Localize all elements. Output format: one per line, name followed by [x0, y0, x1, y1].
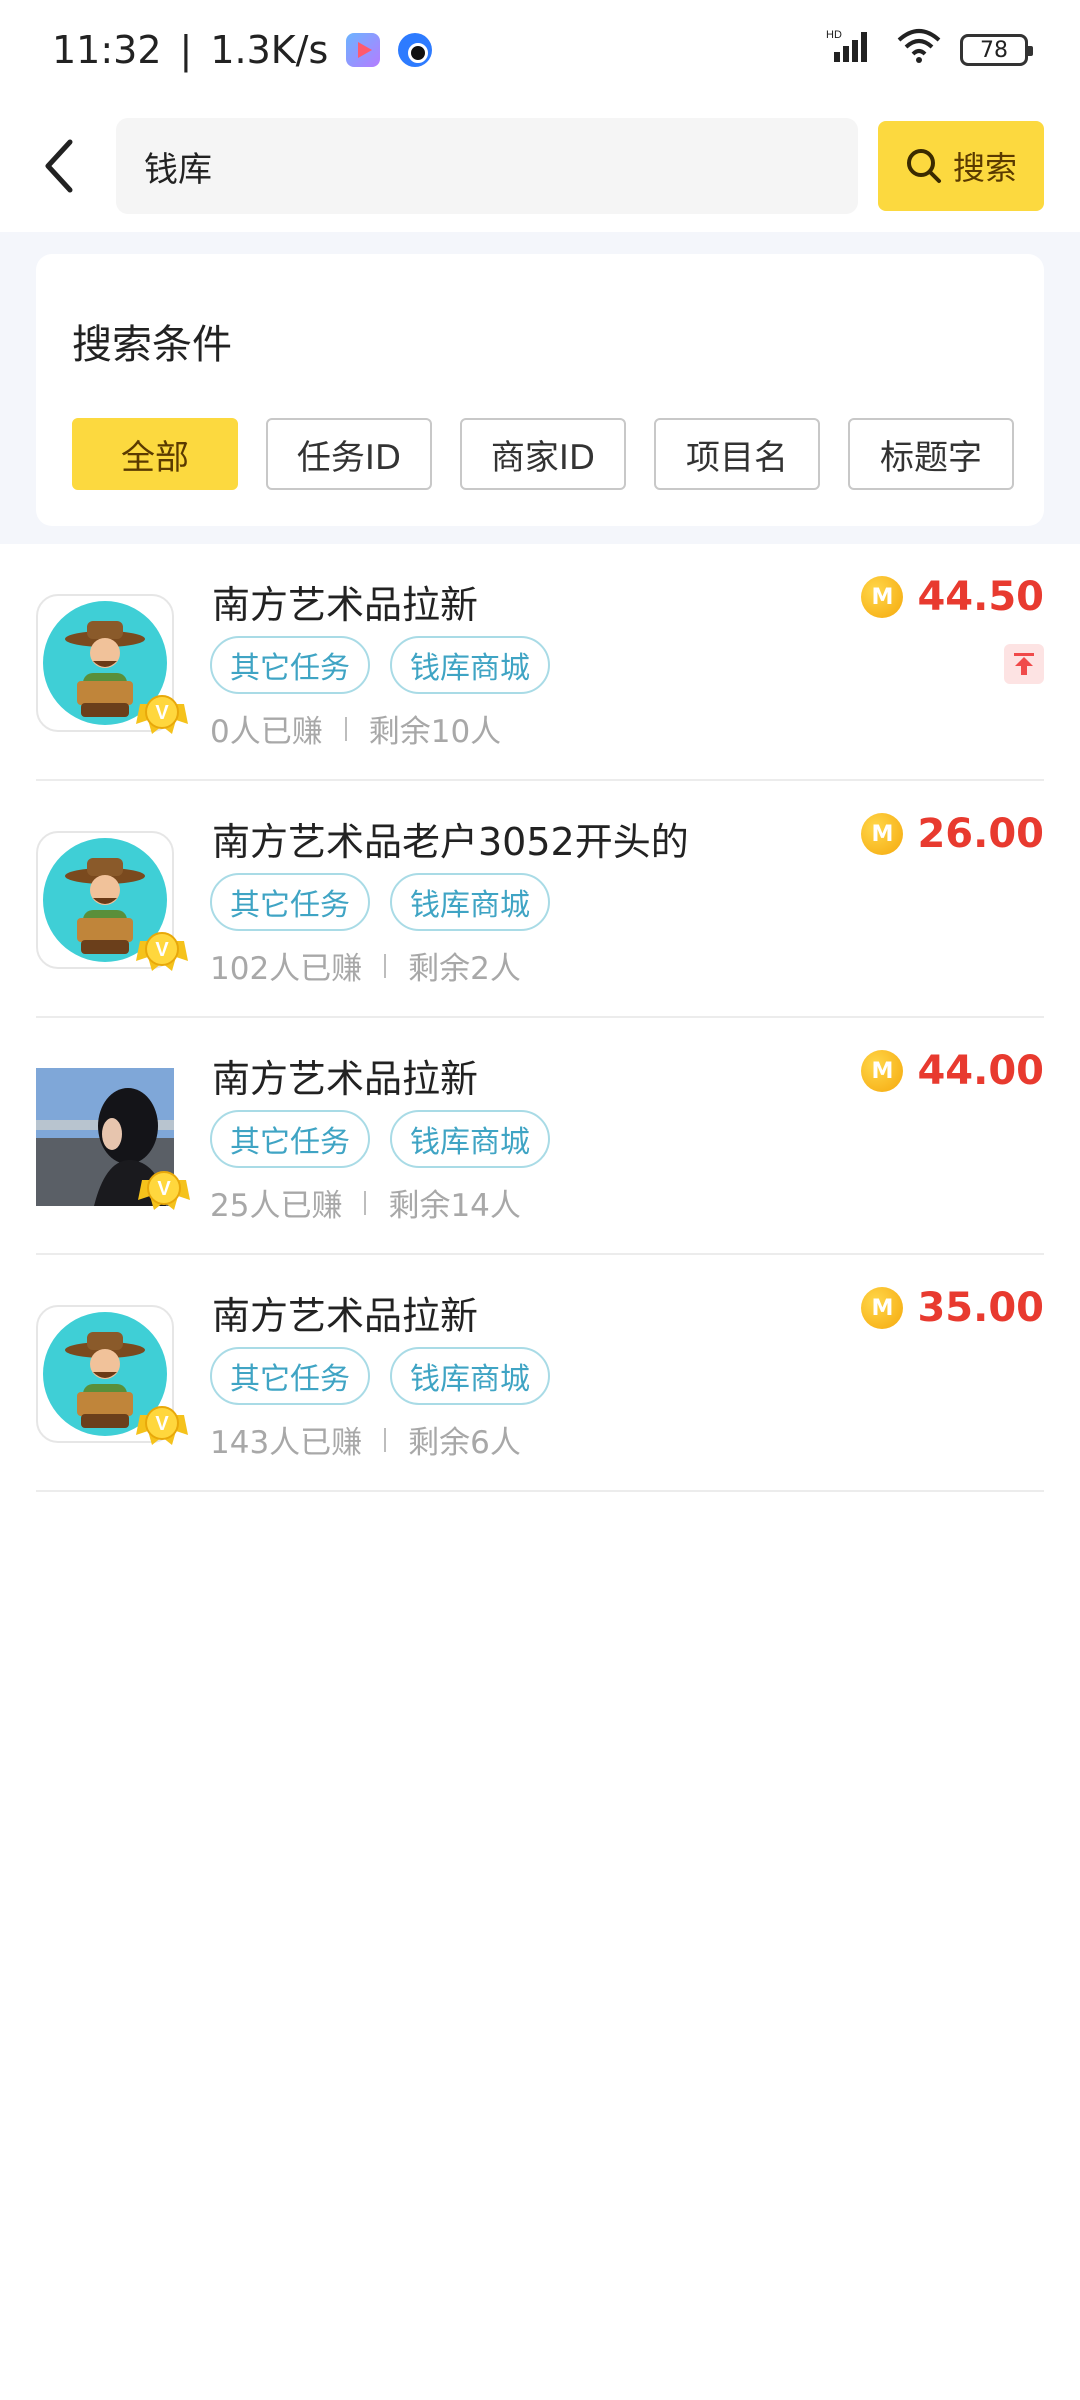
- task-price: M 26.00: [861, 811, 1044, 857]
- meta-divider: [364, 1190, 367, 1215]
- vip-badge-icon: V: [138, 1171, 190, 1210]
- svg-text:V: V: [155, 1413, 169, 1435]
- status-time: 11:32: [52, 28, 162, 72]
- task-earned: 143人已赚: [210, 1425, 363, 1461]
- task-remaining: 剩余14人: [388, 1188, 521, 1224]
- task-tag: 其它任务: [210, 1347, 370, 1405]
- hd-label: HD: [826, 29, 842, 41]
- meta-divider: [384, 1427, 387, 1452]
- arrow-up-top-icon: [1014, 653, 1034, 675]
- vip-badge-icon: V: [136, 695, 188, 734]
- status-divider: |: [179, 28, 193, 72]
- task-earned: 0人已赚: [210, 714, 323, 750]
- task-title: 南方艺术品拉新: [212, 1294, 479, 1338]
- task-meta: 25人已赚 剩余14人: [210, 1180, 521, 1225]
- svg-text:V: V: [155, 702, 169, 724]
- task-earned: 25人已赚: [210, 1188, 343, 1224]
- wifi-icon: [896, 28, 942, 73]
- coin-icon: M: [861, 576, 904, 618]
- filter-chip-title-text[interactable]: 标题字: [848, 418, 1014, 490]
- search-input[interactable]: [144, 146, 830, 186]
- svg-text:V: V: [155, 939, 169, 961]
- task-item[interactable]: V 南方艺术品拉新 其它任务 钱库商城 143人已赚 剩余6人 M 35.00: [36, 1255, 1044, 1492]
- task-tag: 其它任务: [210, 636, 370, 694]
- task-price: M 35.00: [861, 1285, 1044, 1331]
- search-button[interactable]: 搜索: [878, 121, 1044, 211]
- farmer-avatar: V: [36, 831, 188, 971]
- photo-avatar: V: [36, 1068, 190, 1210]
- filter-chip-task-id[interactable]: 任务ID: [266, 418, 432, 490]
- filter-chip-merchant-id[interactable]: 商家ID: [460, 418, 626, 490]
- task-price-amount: 44.50: [917, 574, 1044, 620]
- task-list: V 南方艺术品拉新 其它任务 钱库商城 0人已赚 剩余10人 M 44.50 V…: [36, 544, 1044, 1492]
- task-price: M 44.50: [861, 574, 1044, 620]
- video-app-icon: [346, 33, 381, 67]
- status-right: HD 78: [826, 28, 1033, 73]
- meta-divider: [384, 953, 387, 978]
- vip-badge-icon: V: [136, 1406, 188, 1445]
- task-price: M 44.00: [861, 1048, 1044, 1094]
- task-price-amount: 44.00: [917, 1048, 1044, 1094]
- farmer-avatar: V: [36, 594, 188, 734]
- search-header: 搜索: [0, 100, 1080, 232]
- task-tag: 其它任务: [210, 873, 370, 931]
- task-remaining: 剩余10人: [368, 714, 502, 750]
- task-tags: 其它任务 钱库商城: [210, 636, 550, 694]
- filter-chip-project-name[interactable]: 项目名: [654, 418, 820, 490]
- task-remaining: 剩余6人: [408, 1425, 521, 1461]
- filter-area: 搜索条件 全部 任务ID 商家ID 项目名 标题字: [0, 232, 1080, 544]
- coin-icon: M: [861, 1287, 904, 1329]
- task-price-amount: 35.00: [917, 1285, 1044, 1331]
- filter-card: 搜索条件 全部 任务ID 商家ID 项目名 标题字: [36, 254, 1044, 526]
- task-tag: 钱库商城: [390, 1347, 550, 1405]
- task-tag: 钱库商城: [390, 1110, 550, 1168]
- task-item[interactable]: V 南方艺术品老户3052开头的 其它任务 钱库商城 102人已赚 剩余2人 M…: [36, 781, 1044, 1018]
- task-tag: 钱库商城: [390, 873, 550, 931]
- task-meta: 102人已赚 剩余2人: [210, 943, 521, 988]
- task-item[interactable]: V 南方艺术品拉新 其它任务 钱库商城 0人已赚 剩余10人 M 44.50: [36, 544, 1044, 781]
- task-item[interactable]: V 南方艺术品拉新 其它任务 钱库商城 25人已赚 剩余14人 M 44.00: [36, 1018, 1044, 1255]
- filter-title: 搜索条件: [72, 322, 232, 368]
- filter-chip-all[interactable]: 全部: [72, 418, 238, 490]
- task-title: 南方艺术品老户3052开头的: [212, 820, 689, 864]
- task-tags: 其它任务 钱库商城: [210, 873, 550, 931]
- pin-to-top-button[interactable]: [1004, 644, 1044, 684]
- task-remaining: 剩余2人: [408, 951, 521, 987]
- task-tag: 钱库商城: [390, 636, 550, 694]
- meta-divider: [344, 716, 347, 741]
- status-speed: 1.3K/s: [210, 28, 329, 72]
- search-button-label: 搜索: [952, 149, 1017, 187]
- task-tags: 其它任务 钱库商城: [210, 1110, 550, 1168]
- battery-indicator: 78: [960, 34, 1033, 66]
- filter-chips: 全部 任务ID 商家ID 项目名 标题字: [72, 418, 1014, 490]
- camera-app-icon: [398, 33, 433, 67]
- task-earned: 102人已赚: [210, 951, 363, 987]
- task-title: 南方艺术品拉新: [212, 1057, 479, 1101]
- search-field[interactable]: [116, 118, 858, 214]
- task-title: 南方艺术品拉新: [212, 583, 479, 627]
- coin-icon: M: [861, 1050, 904, 1092]
- coin-icon: M: [861, 813, 904, 855]
- vip-badge-icon: V: [136, 932, 188, 971]
- search-icon: [906, 149, 941, 183]
- status-bar: 11:32 | 1.3K/s HD 78: [0, 0, 1080, 100]
- svg-text:V: V: [157, 1178, 171, 1200]
- status-left: 11:32 | 1.3K/s: [52, 28, 433, 72]
- chevron-left-icon: [45, 139, 73, 193]
- task-tag: 其它任务: [210, 1110, 370, 1168]
- farmer-avatar: V: [36, 1305, 188, 1445]
- signal-icon: HD: [826, 28, 878, 73]
- task-meta: 143人已赚 剩余6人: [210, 1417, 521, 1462]
- task-tags: 其它任务 钱库商城: [210, 1347, 550, 1405]
- back-button[interactable]: [24, 121, 96, 211]
- task-price-amount: 26.00: [917, 811, 1044, 857]
- task-meta: 0人已赚 剩余10人: [210, 706, 501, 751]
